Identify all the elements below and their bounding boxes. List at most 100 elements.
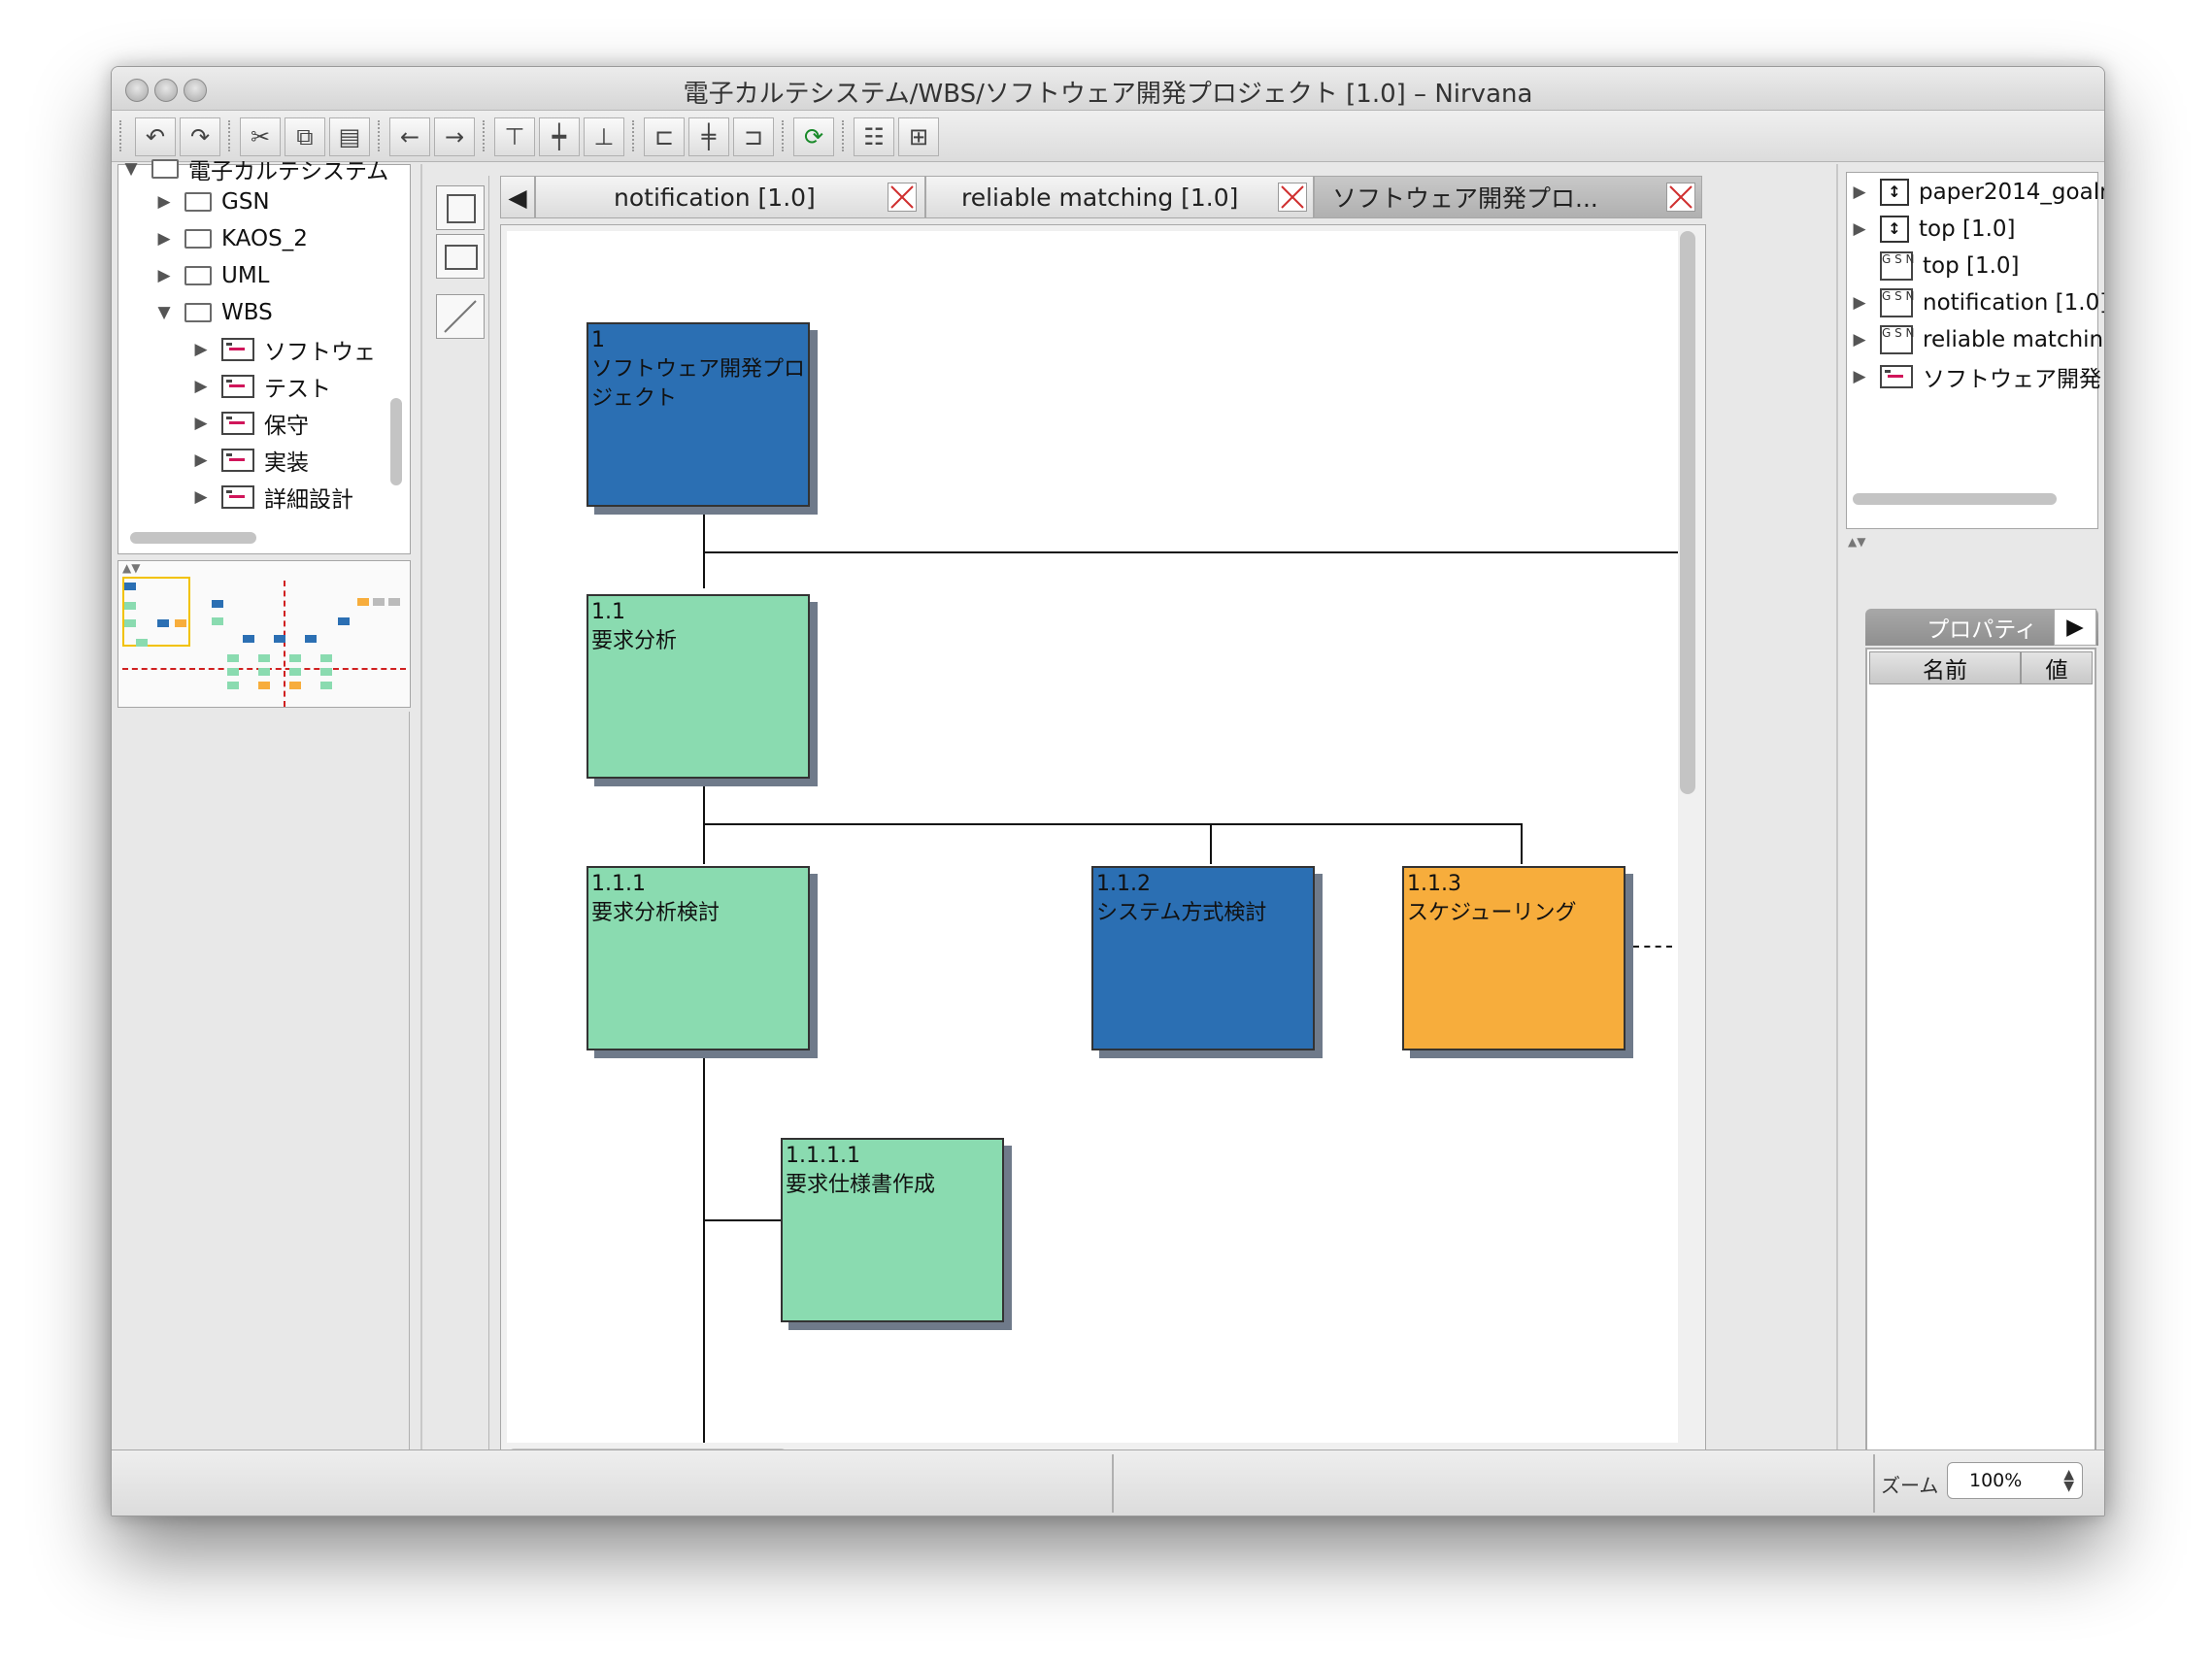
tree-item-wbs-implementation[interactable]: ▶ 実装 xyxy=(192,443,309,478)
chevron-right-icon[interactable]: ▶ xyxy=(192,450,210,470)
chevron-right-icon[interactable]: ▶ xyxy=(192,340,210,359)
wbs-icon xyxy=(221,338,254,361)
chevron-down-icon[interactable]: ▼ xyxy=(122,159,140,179)
forward-arrow-icon[interactable]: → xyxy=(434,117,475,156)
tab-scroll-left-icon[interactable]: ◀ xyxy=(500,176,535,218)
project-tree-panel: ▼ 電子カルテシステム ▶ GSN ▶ KAOS_2 ▶ UML ▼ WBS ▶… xyxy=(117,159,411,554)
tree-vertical-scrollbar[interactable] xyxy=(390,398,402,485)
minimap-node xyxy=(289,668,301,676)
connector-line xyxy=(703,551,1678,553)
diagram-canvas[interactable]: 1 ソフトウェア開発プロジェクト 1.1 要求分析 1.1.1 要求分析検討 1… xyxy=(507,231,1678,1443)
wbs-node-1-1-2[interactable]: 1.1.2 システム方式検討 xyxy=(1091,866,1315,1050)
overview-minimap[interactable]: ▲▼ xyxy=(117,560,411,708)
note-tool-icon xyxy=(445,245,478,270)
palette-note-tool[interactable] xyxy=(436,234,485,279)
chevron-down-icon[interactable]: ▼ xyxy=(155,303,173,322)
minimap-node xyxy=(373,598,385,606)
chevron-right-icon[interactable]: ▶ xyxy=(155,192,173,212)
tree-horizontal-scrollbar[interactable] xyxy=(130,532,256,544)
left-panel-filler xyxy=(117,712,410,1514)
connector-line-dashed xyxy=(1633,946,1672,948)
tab-software-dev-project[interactable]: ソフトウェア開発プロ... xyxy=(1314,176,1702,218)
minimap-node xyxy=(289,682,301,689)
chevron-right-icon[interactable]: ▶ xyxy=(192,414,210,433)
copy-icon[interactable]: ⧉ xyxy=(285,117,325,156)
align-right-icon[interactable]: ⊐ xyxy=(733,117,774,156)
minimap-splitter-icon[interactable]: ▲▼ xyxy=(122,561,140,575)
minimap-node xyxy=(320,668,332,676)
wbs-node-1-1[interactable]: 1.1 要求分析 xyxy=(587,594,810,779)
model-tree-item[interactable]: ▶ ↕ top [1.0] xyxy=(1851,212,2016,247)
properties-menu-icon[interactable]: ▶ xyxy=(2054,609,2096,646)
model-tree-item[interactable]: ▶ ↕ paper2014_goalmod xyxy=(1851,175,2104,210)
chevron-right-icon[interactable]: ▶ xyxy=(192,487,210,507)
chevron-right-icon[interactable]: ▶ xyxy=(1851,183,1868,202)
tree-item-gsn[interactable]: ▶ GSN xyxy=(155,184,269,219)
tab-close-icon[interactable] xyxy=(1278,183,1307,212)
model-tree-horizontal-scrollbar[interactable] xyxy=(1853,493,2057,505)
undo-icon[interactable]: ↶ xyxy=(135,117,176,156)
model-tree-item[interactable]: G S N top [1.0] xyxy=(1880,249,2020,283)
redo-icon[interactable]: ↷ xyxy=(180,117,220,156)
chevron-right-icon[interactable]: ▶ xyxy=(155,266,173,285)
cut-icon[interactable]: ✂ xyxy=(240,117,281,156)
left-splitter[interactable] xyxy=(420,164,422,1514)
layout-tree-icon[interactable]: ☷ xyxy=(854,117,894,156)
folder-icon xyxy=(184,192,212,212)
chevron-right-icon[interactable]: ▶ xyxy=(155,229,173,249)
minimap-node xyxy=(227,668,239,676)
wbs-node-1-1-1-1[interactable]: 1.1.1.1 要求仕様書作成 xyxy=(781,1138,1004,1322)
properties-splitter-icon[interactable]: ▲▼ xyxy=(1848,535,1865,549)
align-center-icon[interactable]: ╪ xyxy=(688,117,729,156)
align-top-icon[interactable]: ⊤ xyxy=(494,117,535,156)
back-arrow-icon[interactable]: ← xyxy=(389,117,430,156)
minimap-node xyxy=(320,682,332,689)
tab-close-icon[interactable] xyxy=(888,183,917,212)
chevron-right-icon[interactable]: ▶ xyxy=(1851,330,1868,350)
tree-item-wbs-software[interactable]: ▶ ソフトウェ xyxy=(192,332,376,367)
tree-item-wbs[interactable]: ▼ WBS xyxy=(155,295,272,330)
tree-item-wbs-detailed-design[interactable]: ▶ 詳細設計 xyxy=(192,480,353,515)
wbs-node-1-1-3[interactable]: 1.1.3 スケジューリング xyxy=(1402,866,1625,1050)
diagram-vertical-scrollbar[interactable] xyxy=(1680,231,1695,794)
palette xyxy=(432,176,489,1514)
tree-item-kaos[interactable]: ▶ KAOS_2 xyxy=(155,221,307,256)
status-bar: ズーム 100% ▲ ▼ xyxy=(112,1449,2104,1516)
chevron-right-icon[interactable]: ▶ xyxy=(1851,293,1868,313)
wbs-node-1-1-1[interactable]: 1.1.1 要求分析検討 xyxy=(587,866,810,1050)
zoom-select[interactable]: 100% ▲ ▼ xyxy=(1947,1462,2083,1499)
connector-line xyxy=(703,1047,705,1443)
chevron-right-icon[interactable]: ▶ xyxy=(1851,219,1868,239)
right-splitter[interactable] xyxy=(1836,164,1838,1514)
column-header-name[interactable]: 名前 xyxy=(1869,651,2021,684)
tree-item-wbs-test[interactable]: ▶ テスト xyxy=(192,369,331,404)
tab-reliable-matching[interactable]: reliable matching [1.0] xyxy=(925,176,1314,218)
palette-line-tool[interactable] xyxy=(436,294,485,339)
tree-item-root[interactable]: ▼ 電子カルテシステム xyxy=(122,151,388,186)
folder-icon xyxy=(184,266,212,285)
align-middle-icon[interactable]: ┿ xyxy=(539,117,580,156)
chevron-right-icon[interactable]: ▶ xyxy=(192,377,210,396)
minimap-node xyxy=(305,635,317,643)
wbs-icon xyxy=(221,485,254,509)
model-tree-item[interactable]: ▶ G S N reliable matching [1.( xyxy=(1851,322,2104,357)
column-header-value[interactable]: 値 xyxy=(2021,651,2093,684)
palette-box-tool[interactable] xyxy=(436,185,485,230)
tab-notification[interactable]: notification [1.0] xyxy=(535,176,925,218)
toolbar-separator xyxy=(842,120,846,151)
model-tree-item[interactable]: ▶ ソフトウェア開発プロ xyxy=(1851,359,2104,394)
chevron-right-icon[interactable]: ▶ xyxy=(1851,367,1868,386)
align-bottom-icon[interactable]: ⊥ xyxy=(584,117,624,156)
tree-item-uml[interactable]: ▶ UML xyxy=(155,258,269,293)
wbs-node-1[interactable]: 1 ソフトウェア開発プロジェクト xyxy=(587,322,810,507)
title-bar: 電子カルテシステム/WBS/ソフトウェア開発プロジェクト [1.0] – Nir… xyxy=(112,67,2104,111)
model-tree-item[interactable]: ▶ G S N notification [1.0] xyxy=(1851,285,2104,320)
minimap-node xyxy=(227,654,239,662)
layout-org-icon[interactable]: ⊞ xyxy=(898,117,939,156)
minimap-node xyxy=(157,619,169,627)
sync-icon[interactable]: ⟳ xyxy=(793,117,834,156)
tab-close-icon[interactable] xyxy=(1666,183,1695,212)
align-left-icon[interactable]: ⊏ xyxy=(644,117,685,156)
tree-item-wbs-maintenance[interactable]: ▶ 保守 xyxy=(192,406,309,441)
paste-icon[interactable]: ▤ xyxy=(329,117,370,156)
